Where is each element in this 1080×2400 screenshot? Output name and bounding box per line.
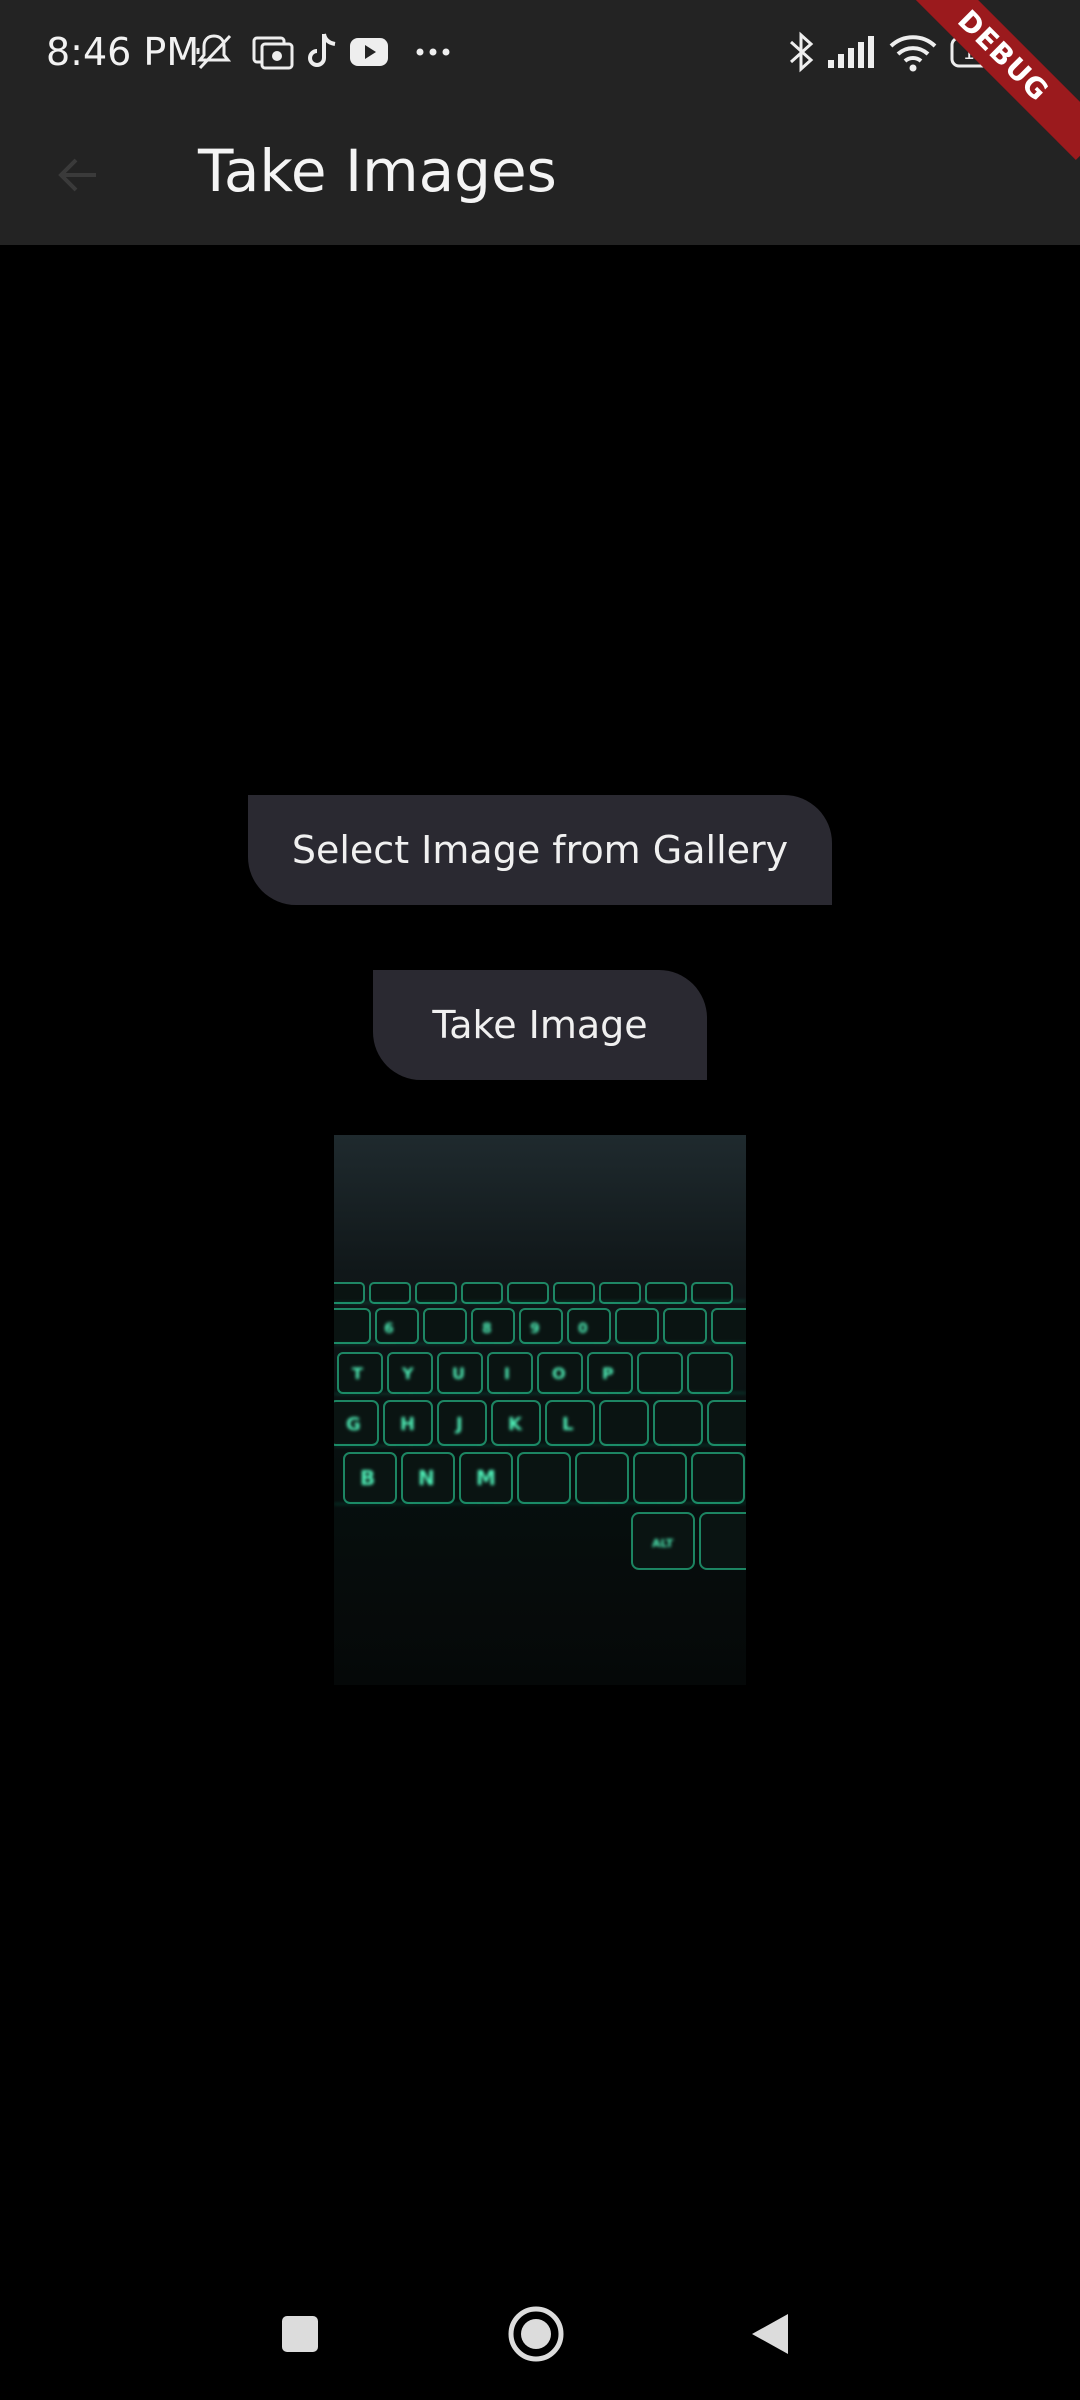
page-title: Take Images [198,137,557,205]
svg-text:B: B [360,1466,375,1490]
svg-text:H: H [400,1414,415,1435]
app-bar: Take Images [0,105,1080,245]
take-image-button[interactable]: Take Image [373,970,707,1080]
system-nav-bar [0,2270,1080,2400]
svg-text:O: O [552,1364,566,1383]
status-bar: 8:46 PM [0,0,1080,105]
status-time: 8:46 PM [46,30,200,74]
back-nav-button[interactable] [746,2310,794,2363]
svg-text:P: P [602,1364,614,1383]
recents-square-icon [282,2316,318,2352]
youtube-icon [348,30,392,79]
home-button[interactable] [506,2306,566,2369]
svg-text:K: K [508,1414,523,1435]
recents-button[interactable] [276,2310,324,2363]
wifi-icon [888,30,938,79]
svg-text:G: G [346,1414,361,1435]
svg-text:Y: Y [401,1364,414,1383]
svg-text:J: J [454,1414,463,1435]
back-arrow-icon [58,158,96,192]
photo-notification-icon [250,30,294,79]
back-triangle-icon [752,2314,788,2354]
svg-text:6: 6 [384,1321,394,1337]
svg-text:T: T [352,1364,363,1383]
svg-text:I: I [504,1364,510,1383]
signal-icon [826,30,880,79]
svg-text:U: U [452,1364,465,1383]
keyboard-photo: 6 8 9 0 T Y U I O P G H J K L B N M ALT [334,1135,746,1685]
select-from-gallery-button[interactable]: Select Image from Gallery [248,795,832,905]
more-dots-icon [412,30,456,79]
bluetooth-icon [784,30,818,79]
svg-text:ALT: ALT [652,1537,674,1550]
svg-text:9: 9 [530,1321,540,1337]
svg-text:8: 8 [482,1321,492,1337]
mute-vibrate-icon [192,30,236,79]
back-button[interactable] [46,143,110,207]
svg-text:N: N [418,1466,435,1490]
svg-text:L: L [562,1414,573,1435]
home-circle-icon [508,2306,564,2362]
keyboard-illustration: 6 8 9 0 T Y U I O P G H J K L B N M ALT [334,1282,746,1570]
svg-text:0: 0 [578,1321,588,1337]
tiktok-icon [302,30,342,79]
svg-text:M: M [476,1466,496,1490]
